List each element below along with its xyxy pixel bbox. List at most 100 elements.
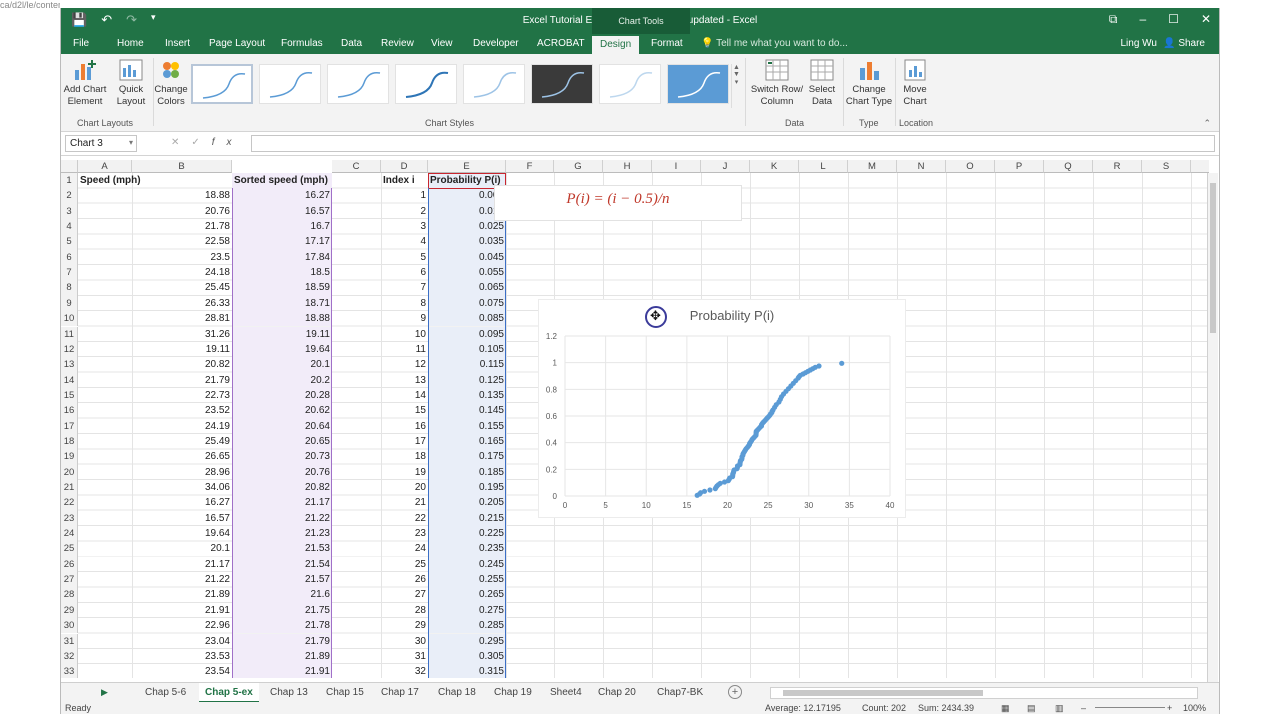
- sheet-tab[interactable]: Chap 15: [326, 687, 364, 698]
- tab-file[interactable]: File: [73, 38, 89, 49]
- cell-index[interactable]: 19: [381, 465, 428, 480]
- cell-speed[interactable]: 20.1: [78, 541, 232, 556]
- column-header-p[interactable]: P: [995, 160, 1044, 173]
- add-sheet-button[interactable]: +: [728, 685, 742, 699]
- cell-speed[interactable]: 21.91: [78, 603, 232, 618]
- sheet-tab[interactable]: Chap 17: [381, 687, 419, 698]
- cell-speed[interactable]: 23.5: [78, 250, 232, 265]
- cell-index[interactable]: 5: [381, 250, 428, 265]
- row-header[interactable]: 21: [61, 480, 78, 496]
- user-name[interactable]: Ling Wu: [1120, 38, 1157, 49]
- cell-speed[interactable]: 26.33: [78, 296, 232, 311]
- move-chart-button[interactable]: Move Chart: [897, 58, 933, 108]
- scatter-chart[interactable]: Probability P(i) 051015202530354000.20.4…: [538, 299, 906, 518]
- cell-index[interactable]: 21: [381, 495, 428, 510]
- page-break-view-icon[interactable]: ▥: [1055, 703, 1064, 714]
- collapse-ribbon-icon[interactable]: ⌃: [1203, 118, 1211, 129]
- tab-developer[interactable]: Developer: [473, 38, 519, 49]
- sheet-tab[interactable]: Chap 19: [494, 687, 532, 698]
- row-header[interactable]: 25: [61, 541, 78, 557]
- sheet-tab[interactable]: Chap7-BK: [657, 687, 703, 698]
- row-header[interactable]: 32: [61, 648, 78, 665]
- column-header-h[interactable]: H: [603, 160, 652, 173]
- tab-format[interactable]: Format: [651, 38, 683, 49]
- select-all-corner[interactable]: [61, 160, 78, 173]
- name-box-dropdown-icon[interactable]: ▾: [129, 138, 133, 147]
- row-header[interactable]: 13: [61, 357, 78, 373]
- column-header-a[interactable]: A: [78, 160, 132, 173]
- row-header[interactable]: 23: [61, 510, 78, 527]
- cell-index[interactable]: 17: [381, 434, 428, 449]
- row-header[interactable]: 19: [61, 449, 78, 465]
- row-header[interactable]: 6: [61, 249, 78, 266]
- row-header[interactable]: 29: [61, 602, 78, 619]
- cell-index[interactable]: 15: [381, 403, 428, 418]
- cell-speed[interactable]: 19.11: [78, 342, 232, 357]
- chart-style-8[interactable]: [667, 64, 729, 104]
- column-header-n[interactable]: N: [897, 160, 946, 173]
- tab-design[interactable]: Design: [592, 36, 640, 54]
- vertical-scrollbar[interactable]: [1207, 173, 1218, 682]
- column-header-m[interactable]: M: [848, 160, 897, 173]
- cell-index[interactable]: 6: [381, 265, 428, 280]
- row-header[interactable]: 14: [61, 372, 78, 388]
- cell-index[interactable]: 4: [381, 234, 428, 249]
- change-chart-type-button[interactable]: Change Chart Type: [845, 58, 893, 108]
- enter-icon[interactable]: ✓: [191, 137, 211, 148]
- cell-index[interactable]: 13: [381, 373, 428, 388]
- cell-speed[interactable]: 22.96: [78, 618, 232, 633]
- row-header[interactable]: 2: [61, 188, 78, 204]
- row-header[interactable]: 10: [61, 311, 78, 327]
- sheet-tab[interactable]: Chap 13: [270, 687, 308, 698]
- cell-speed[interactable]: 18.88: [78, 188, 232, 203]
- formula-input[interactable]: [251, 135, 1215, 152]
- maximize-icon[interactable]: ☐: [1168, 12, 1179, 27]
- cell-speed[interactable]: 31.26: [78, 327, 232, 342]
- row-header[interactable]: 27: [61, 572, 78, 588]
- horizontal-scrollbar[interactable]: [770, 687, 1198, 699]
- zoom-out-icon[interactable]: –: [1081, 703, 1086, 713]
- change-colors-button[interactable]: Change Colors: [153, 58, 189, 108]
- cell-index[interactable]: 26: [381, 572, 428, 587]
- sheet-tab[interactable]: Chap 5-ex: [199, 683, 259, 703]
- cell-index[interactable]: 29: [381, 618, 428, 633]
- column-header-o[interactable]: O: [946, 160, 995, 173]
- data-point[interactable]: [839, 360, 845, 366]
- cell-index[interactable]: 9: [381, 311, 428, 326]
- cell-index[interactable]: 24: [381, 541, 428, 556]
- cell-speed[interactable]: 23.52: [78, 403, 232, 418]
- row-header[interactable]: 7: [61, 265, 78, 281]
- data-point[interactable]: [707, 487, 713, 493]
- row-header[interactable]: 8: [61, 280, 78, 296]
- tab-acrobat[interactable]: ACROBAT: [537, 38, 585, 49]
- column-header-s[interactable]: S: [1142, 160, 1191, 173]
- row-header[interactable]: 26: [61, 556, 78, 573]
- sheet-tab[interactable]: Sheet4: [550, 687, 582, 698]
- cell-speed[interactable]: 21.17: [78, 557, 232, 572]
- quick-layout-button[interactable]: Quick Layout: [111, 58, 151, 108]
- row-header[interactable]: 1: [61, 173, 78, 189]
- cell-index[interactable]: 31: [381, 649, 428, 664]
- cell-index[interactable]: 23: [381, 526, 428, 541]
- cell-index[interactable]: 3: [381, 219, 428, 234]
- cell-index[interactable]: 28: [381, 603, 428, 618]
- chart-style-5[interactable]: [463, 64, 525, 104]
- cell-speed[interactable]: 24.19: [78, 419, 232, 434]
- column-header-c[interactable]: C: [332, 160, 381, 173]
- cell-index[interactable]: 18: [381, 449, 428, 464]
- tab-data[interactable]: Data: [341, 38, 362, 49]
- name-box[interactable]: Chart 3 ▾: [65, 135, 137, 152]
- cell-speed[interactable]: 28.81: [78, 311, 232, 326]
- cell-speed[interactable]: 21.22: [78, 572, 232, 587]
- cell-index[interactable]: 8: [381, 296, 428, 311]
- column-header-e[interactable]: E: [428, 160, 506, 173]
- row-header[interactable]: 17: [61, 418, 78, 434]
- share-button[interactable]: 👤 Share: [1163, 38, 1205, 49]
- vertical-scroll-thumb[interactable]: [1210, 183, 1216, 333]
- row-header[interactable]: 31: [61, 633, 78, 649]
- row-header[interactable]: 24: [61, 526, 78, 542]
- column-header-q[interactable]: Q: [1044, 160, 1093, 173]
- tab-home[interactable]: Home: [117, 38, 144, 49]
- column-header-l[interactable]: L: [799, 160, 848, 173]
- sheet-tab[interactable]: Chap 20: [598, 687, 636, 698]
